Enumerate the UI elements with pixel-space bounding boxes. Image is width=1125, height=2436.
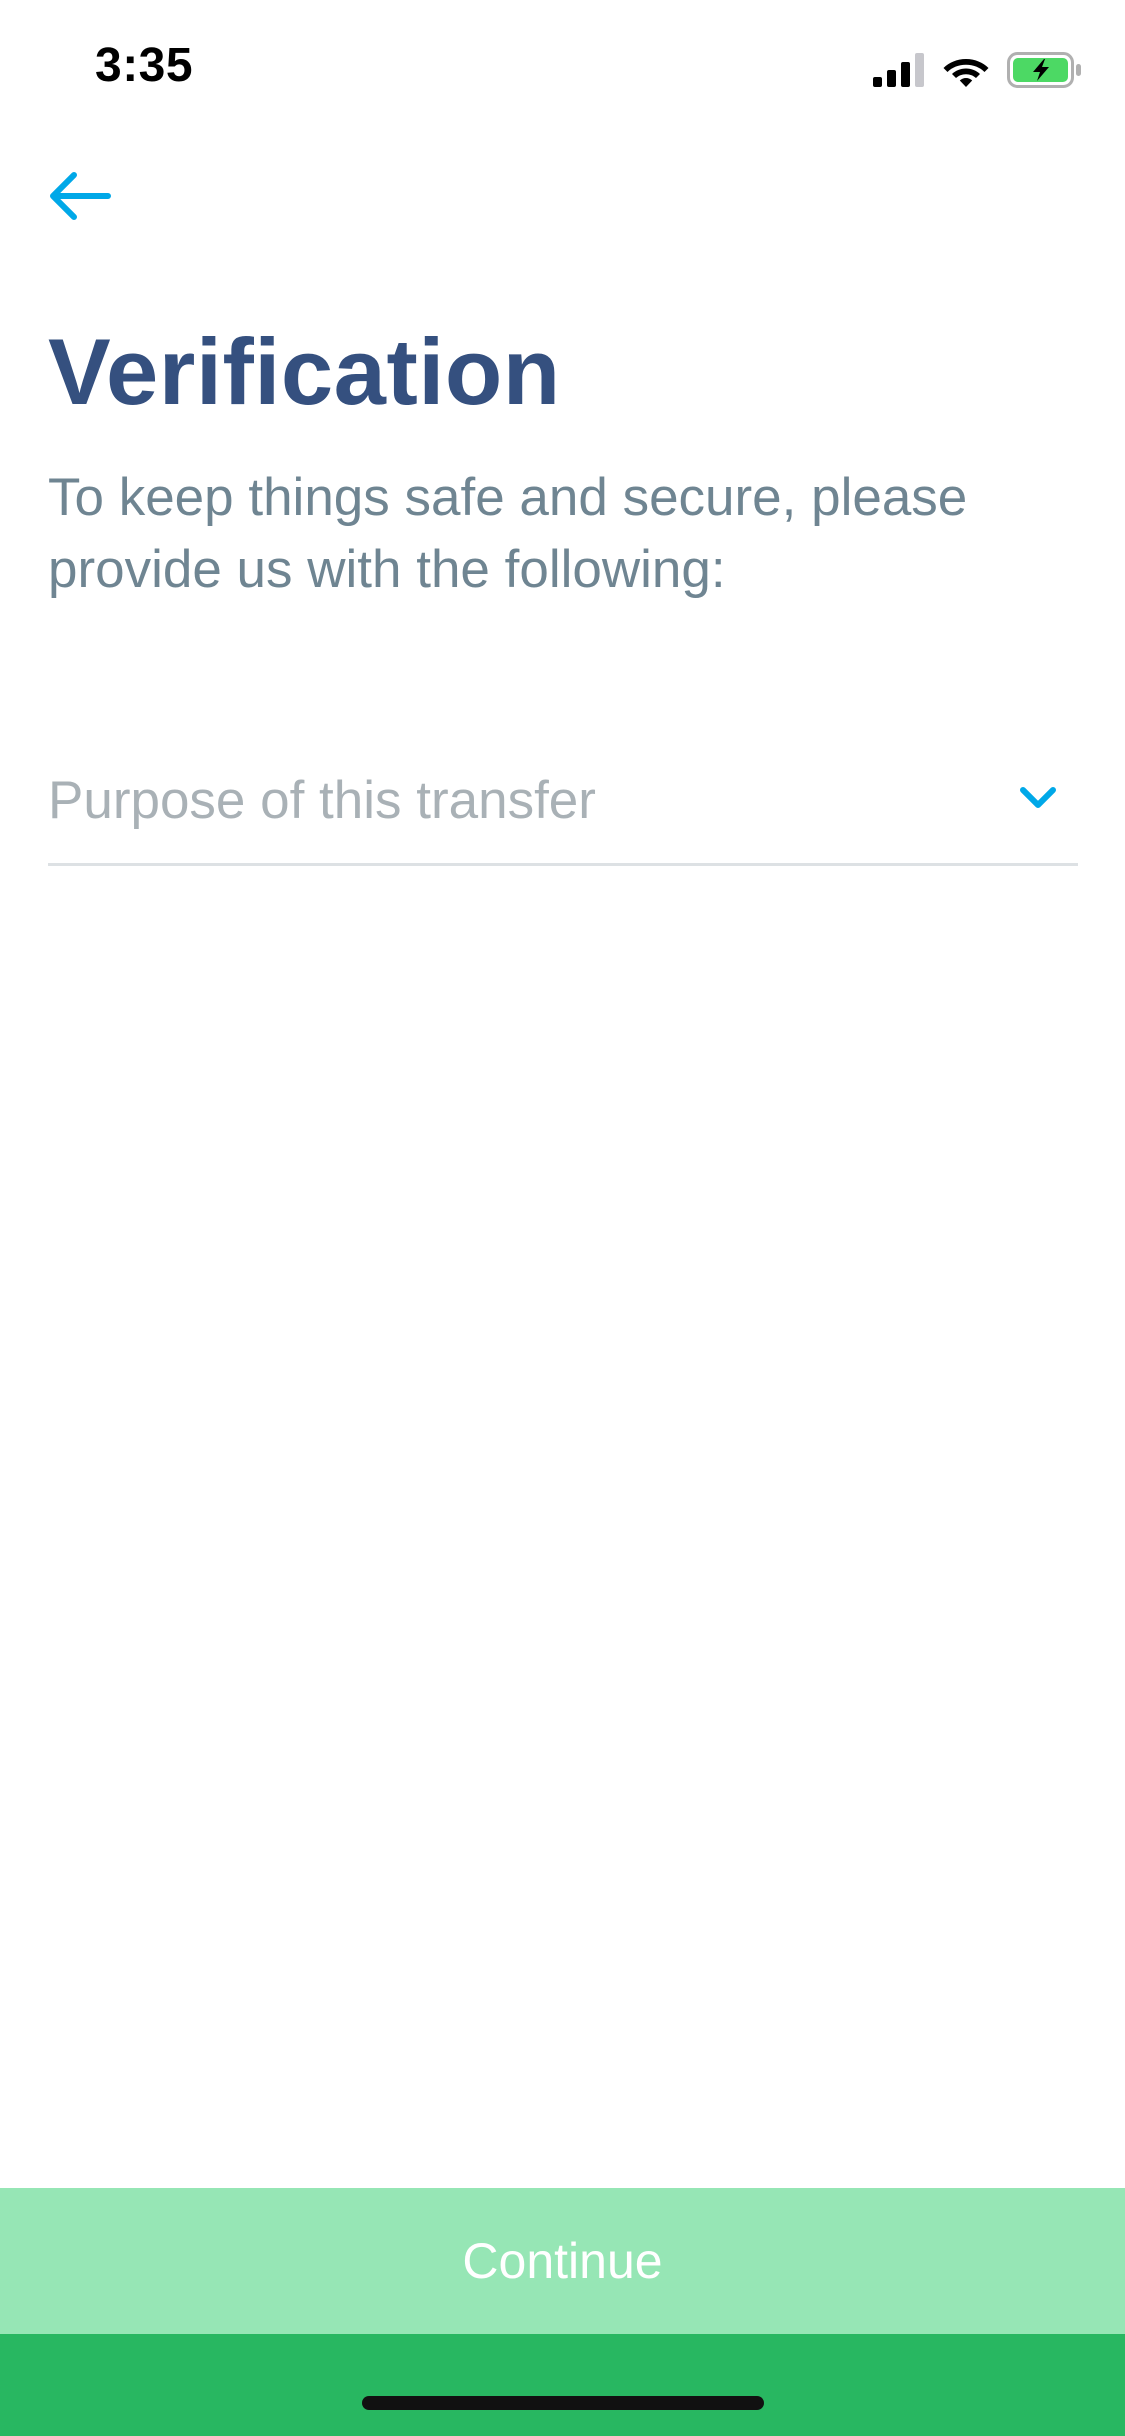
page-title: Verification (48, 319, 561, 424)
continue-button[interactable]: Continue (0, 2188, 1125, 2334)
battery-charging-icon (1007, 52, 1081, 88)
signal-icon (873, 53, 924, 87)
back-button[interactable] (40, 160, 120, 232)
home-indicator[interactable] (362, 2396, 764, 2410)
chevron-down-icon (1020, 787, 1056, 808)
arrow-left-icon (50, 172, 111, 220)
status-time: 3:35 (95, 39, 194, 92)
status-bar: 3:35 (0, 0, 1125, 132)
status-icons (873, 50, 1083, 90)
bottom-strip (0, 2334, 1125, 2436)
purpose-dropdown[interactable]: Purpose of this transfer (48, 748, 1078, 866)
purpose-placeholder: Purpose of this transfer (48, 771, 596, 830)
verification-screen: 3:35 Verification To keep things safe an… (0, 0, 1125, 2436)
page-subtitle: To keep things safe and secure, please p… (48, 468, 968, 599)
wifi-icon (943, 59, 989, 87)
